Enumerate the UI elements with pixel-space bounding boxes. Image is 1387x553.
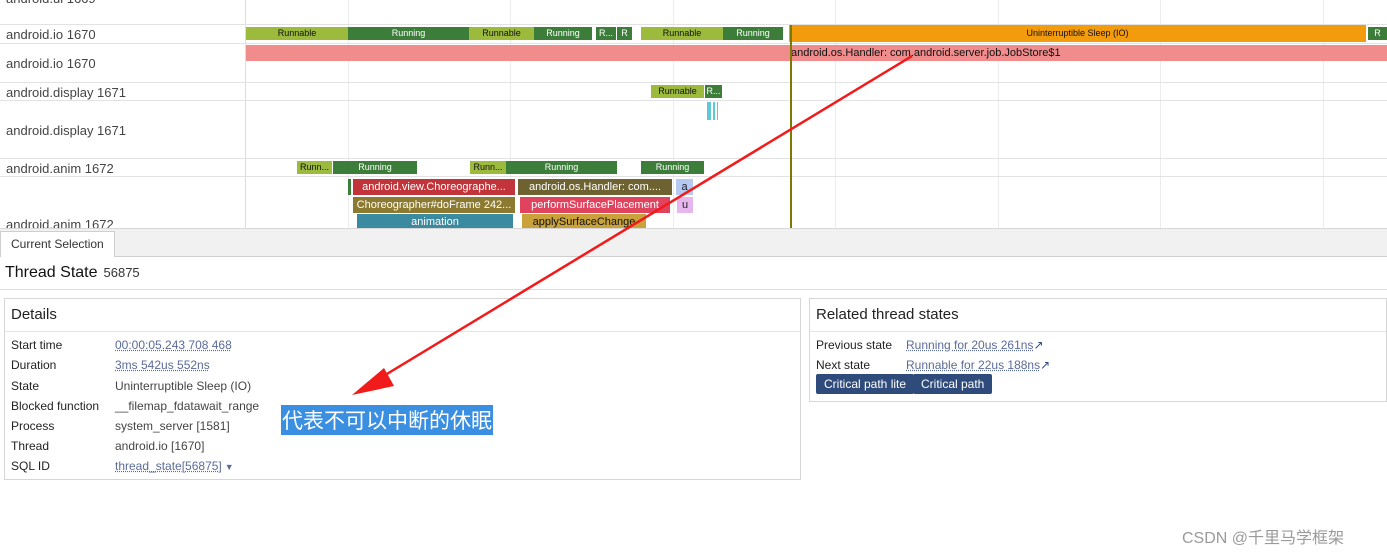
- watermark: CSDN @千里马学框架: [1182, 530, 1345, 547]
- annotation-text: 代表不可以中断的休眠: [281, 405, 493, 435]
- annotation-arrow: [352, 54, 913, 395]
- arrow-shaft: [371, 54, 913, 385]
